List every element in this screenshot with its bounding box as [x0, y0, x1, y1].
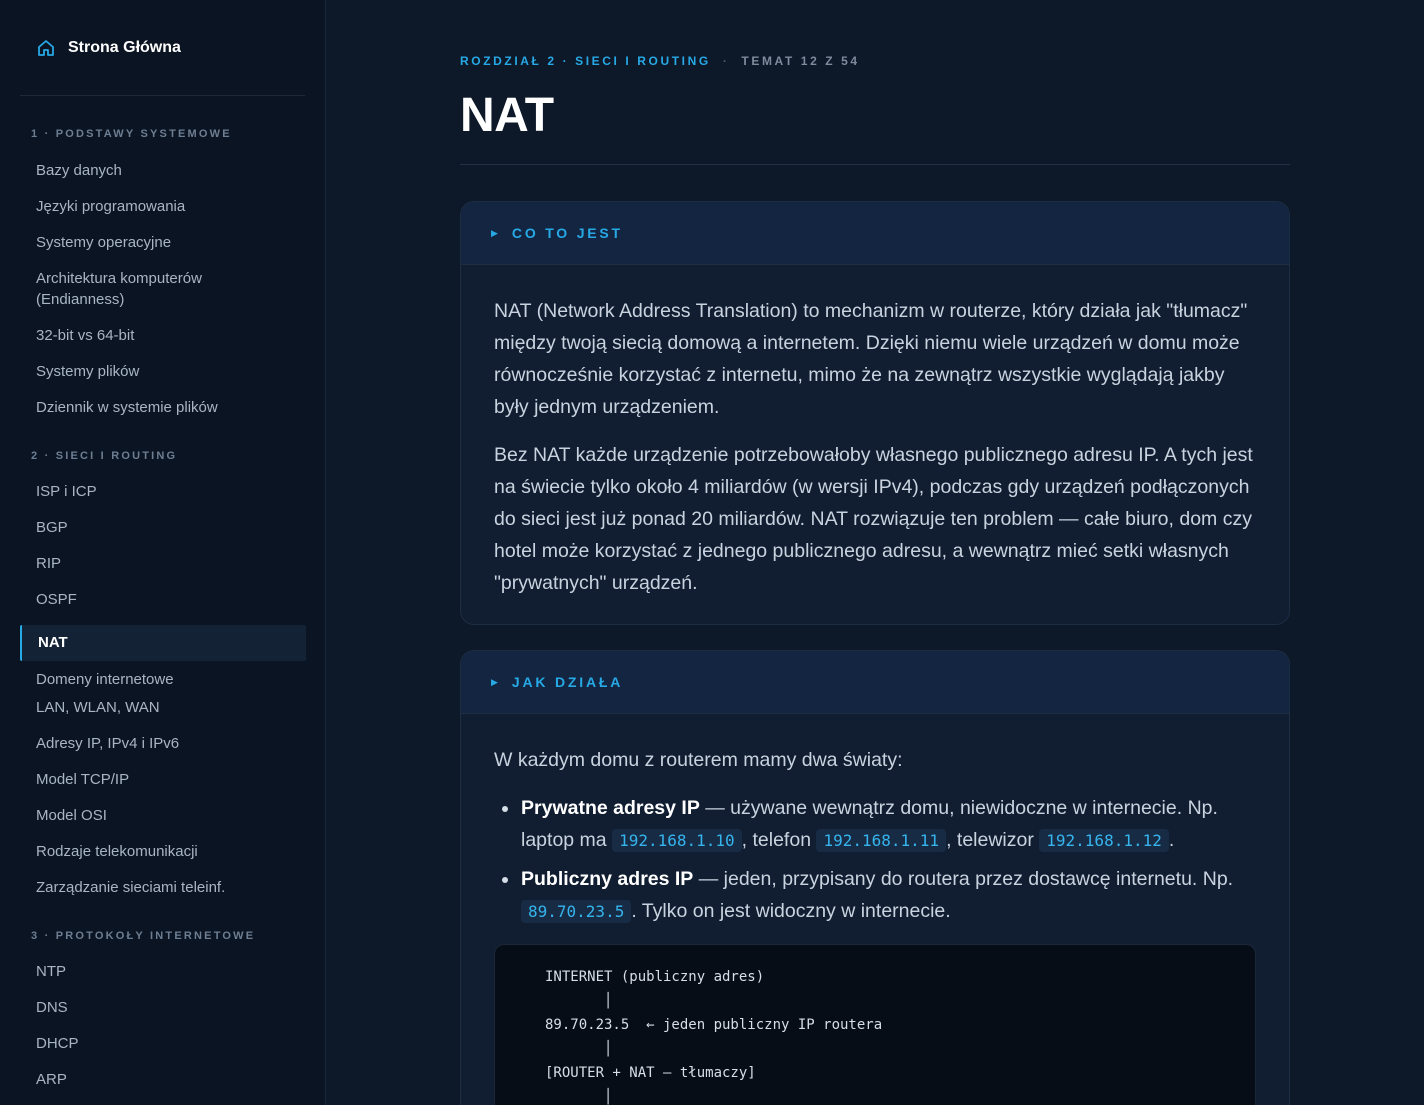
ip-code: 192.168.1.12 — [1039, 829, 1169, 852]
ip-code: 89.70.23.5 — [521, 900, 632, 923]
sidebar-item-dns[interactable]: DNS — [20, 997, 306, 1033]
bullet-strong: Publiczny adres IP — [521, 868, 694, 890]
sidebar-item-model-osi[interactable]: Model OSI — [20, 805, 306, 841]
code-line: │ — [545, 1089, 613, 1105]
list-item: Prywatne adresy IP — używane wewnątrz do… — [494, 792, 1256, 857]
sidebar-item-isp-icp[interactable]: ISP i ICP — [20, 481, 306, 517]
sidebar-item-systemy-operacyjne[interactable]: Systemy operacyjne — [20, 232, 306, 268]
paragraph: NAT (Network Address Translation) to mec… — [494, 300, 1248, 418]
code-line: [ROUTER + NAT — tłumaczy] — [545, 1065, 756, 1081]
home-label: Strona Główna — [68, 38, 181, 56]
card-label: JAK DZIAŁA — [511, 674, 624, 690]
bullet-text: — jeden, przypisany do routera przez dos… — [693, 868, 1234, 890]
sidebar-item-arp[interactable]: ARP — [20, 1069, 306, 1105]
sidebar-item-model-tcpip[interactable]: Model TCP/IP — [20, 769, 306, 805]
card-body: NAT (Network Address Translation) to mec… — [461, 265, 1289, 599]
sidebar: Strona Główna 1 · PODSTAWY SYSTEMOWE Baz… — [0, 0, 326, 1105]
sidebar-item-ospf[interactable]: OSPF — [20, 589, 306, 625]
bullet-text: . — [1168, 829, 1175, 851]
sidebar-item-telekomunikacja[interactable]: Rodzaje telekomunikacji — [20, 841, 306, 877]
sidebar-item-ntp[interactable]: NTP — [20, 961, 306, 997]
triangle-right-icon: ▶ — [491, 676, 498, 687]
sidebar-item-dhcp[interactable]: DHCP — [20, 1033, 306, 1069]
ip-code: 192.168.1.10 — [612, 829, 742, 852]
sidebar-item-zarzadzanie[interactable]: Zarządzanie sieciami teleinf. — [20, 877, 306, 913]
sidebar-item-lan-wlan-wan[interactable]: LAN, WLAN, WAN — [20, 697, 306, 733]
code-block: INTERNET (publiczny adres) │ 89.70.23.5 ←… — [494, 944, 1256, 1105]
card-label: CO TO JEST — [511, 225, 623, 241]
bullet-text: . Tylko on jest widoczny w internecie. — [631, 900, 951, 922]
list-item: Publiczny adres IP — jeden, przypisany d… — [494, 863, 1256, 928]
sidebar-item-nat[interactable]: NAT — [20, 625, 306, 661]
title-divider — [460, 164, 1290, 165]
card-body: W każdym domu z routerem mamy dwa światy… — [461, 714, 1289, 1105]
bullet-text: , telewizor — [946, 829, 1040, 851]
card-header-jak-dziala[interactable]: ▶ JAK DZIAŁA — [461, 651, 1289, 714]
bullet-text: , telefon — [741, 829, 817, 851]
breadcrumb-separator: · — [722, 54, 730, 68]
home-icon — [36, 38, 56, 58]
sidebar-item-32-64-bit[interactable]: 32-bit vs 64-bit — [20, 325, 306, 361]
ip-code: 192.168.1.11 — [816, 829, 947, 852]
card-co-to-jest: ▶ CO TO JEST NAT (Network Address Transl… — [460, 201, 1290, 625]
breadcrumb: ROZDZIAŁ 2 · SIECI I ROUTING · TEMAT 12 Z … — [460, 54, 860, 68]
card-jak-dziala: ▶ JAK DZIAŁA W każdym domu z routerem ma… — [460, 650, 1290, 1105]
code-line: 89.70.23.5 ← jeden publiczny IP routera — [545, 1017, 883, 1033]
code-line: INTERNET (publiczny adres) — [545, 969, 765, 985]
card-header-co-to-jest[interactable]: ▶ CO TO JEST — [461, 202, 1289, 265]
paragraph: Bez NAT każde urządzenie potrzebowałoby … — [494, 444, 1253, 594]
sidebar-item-systemy-plikow[interactable]: Systemy plików — [20, 361, 306, 397]
breadcrumb-topic: TEMAT 12 Z 54 — [741, 54, 860, 68]
page-title: NAT — [460, 89, 554, 142]
sidebar-section-title: 3 · PROTOKOŁY INTERNETOWE — [31, 930, 256, 942]
sidebar-item-dziennik[interactable]: Dziennik w systemie plików — [20, 397, 306, 433]
sidebar-item-domeny[interactable]: Domeny internetowe — [20, 661, 306, 697]
sidebar-item-bazy-danych[interactable]: Bazy danych — [20, 160, 306, 196]
breadcrumb-chapter[interactable]: ROZDZIAŁ 2 · SIECI I ROUTING — [460, 54, 711, 68]
sidebar-item-bgp[interactable]: BGP — [20, 517, 306, 553]
sidebar-item-architektura[interactable]: Architektura komputerów (Endianness) — [20, 268, 240, 325]
sidebar-section-title: 1 · PODSTAWY SYSTEMOWE — [31, 128, 232, 140]
triangle-right-icon: ▶ — [491, 227, 498, 238]
code-line: │ — [545, 1041, 613, 1057]
sidebar-item-rip[interactable]: RIP — [20, 553, 306, 589]
home-link[interactable]: Strona Główna — [20, 0, 305, 96]
sidebar-item-jezyki-programowania[interactable]: Języki programowania — [20, 196, 306, 232]
code-line: │ — [545, 993, 613, 1009]
bullet-list: Prywatne adresy IP — używane wewnątrz do… — [494, 792, 1256, 928]
bullet-strong: Prywatne adresy IP — [521, 797, 700, 819]
paragraph: W każdym domu z routerem mamy dwa światy… — [494, 749, 903, 771]
sidebar-section-title: 2 · SIECI I ROUTING — [31, 450, 178, 462]
sidebar-item-adresy-ip[interactable]: Adresy IP, IPv4 i IPv6 — [20, 733, 306, 769]
